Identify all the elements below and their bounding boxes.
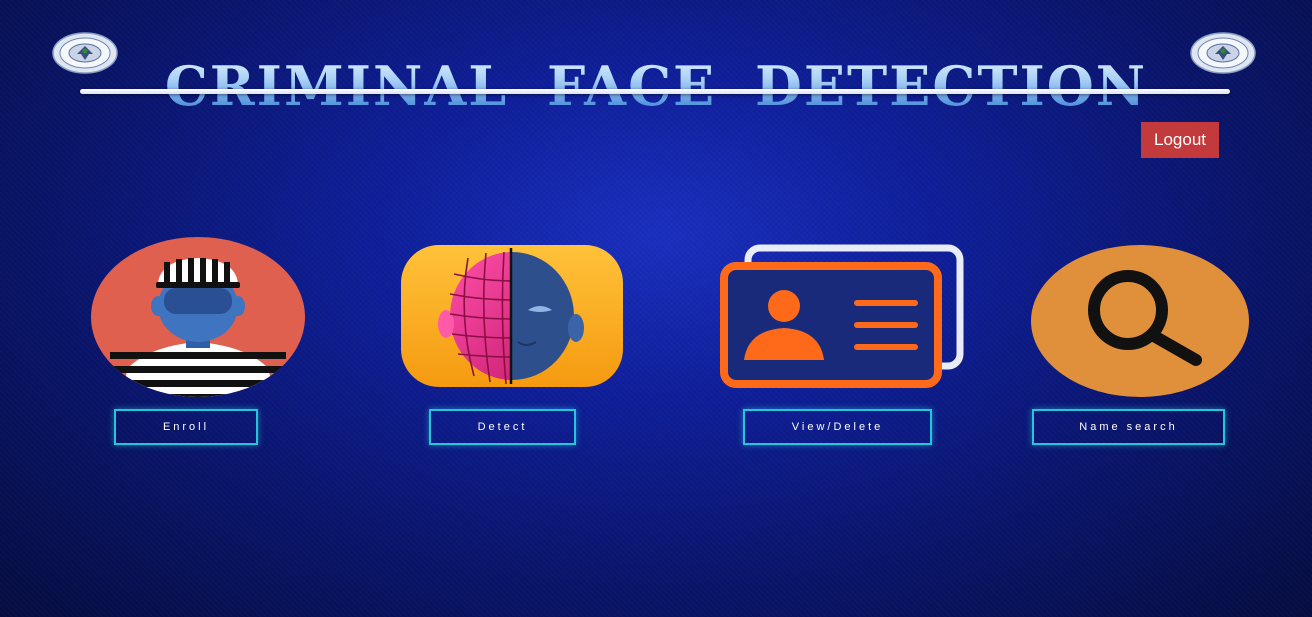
title-divider [80,89,1230,94]
magnifier-icon[interactable] [1030,244,1252,398]
page-title: CRIMINAL FACE DETECTION [120,54,1192,118]
name-search-button[interactable]: Name search [1032,409,1225,445]
enroll-button[interactable]: Enroll [114,409,258,445]
id-card-icon[interactable] [720,244,964,390]
agency-seal-icon [1190,32,1256,74]
detect-button[interactable]: Detect [429,409,576,445]
view-delete-button[interactable]: View/Delete [743,409,932,445]
agency-seal-icon [52,32,118,74]
face-scan-icon[interactable] [400,244,624,388]
prisoner-icon[interactable] [90,236,306,400]
logout-button[interactable]: Logout [1141,122,1219,158]
